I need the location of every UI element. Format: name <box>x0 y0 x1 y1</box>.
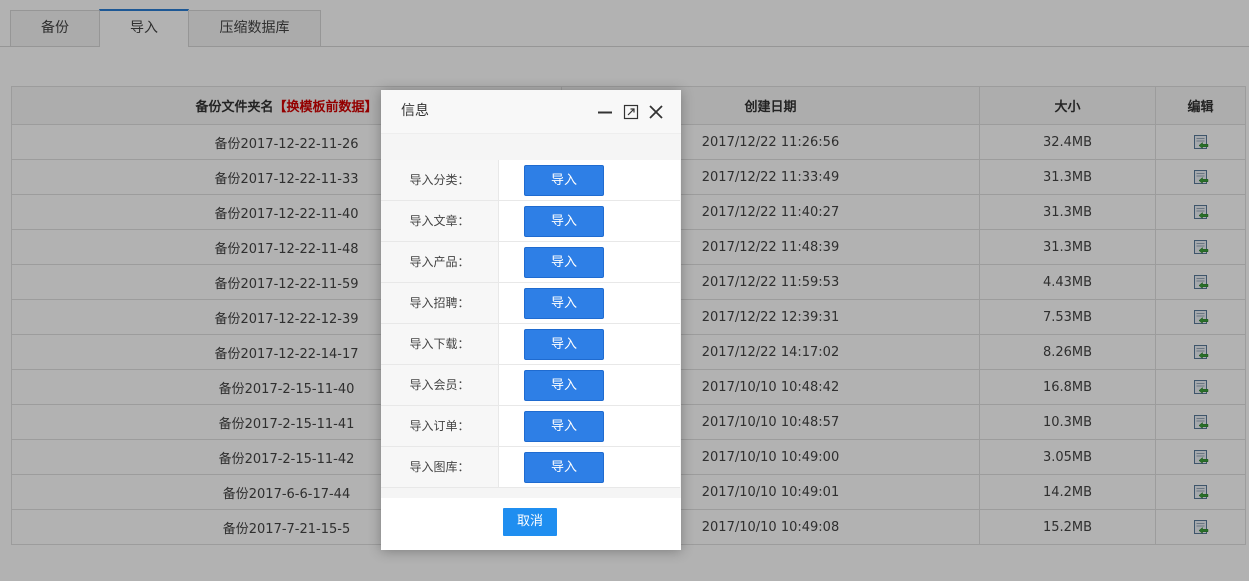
import-row: 导入图库： 导入 <box>381 447 680 488</box>
import-row-label: 导入会员： <box>381 365 499 405</box>
import-button[interactable]: 导入 <box>524 452 604 483</box>
dialog-title: 信息 <box>401 103 429 119</box>
import-row: 导入订单： 导入 <box>381 406 680 447</box>
import-row: 导入产品： 导入 <box>381 242 680 283</box>
import-row: 导入分类： 导入 <box>381 160 680 201</box>
import-button[interactable]: 导入 <box>524 329 604 360</box>
import-row-label: 导入招聘： <box>381 283 499 323</box>
import-row-label: 导入产品： <box>381 242 499 282</box>
import-row-label: 导入图库： <box>381 447 499 487</box>
cancel-button[interactable]: 取消 <box>503 508 557 536</box>
import-dialog: 信息 导入分类： 导入 导入文章： 导入 导入产品： 导入 导入招聘： 导入 导入下载： 导入 导入… <box>381 90 681 550</box>
import-row: 导入招聘： 导入 <box>381 283 680 324</box>
dialog-header: 信息 <box>381 90 681 134</box>
dialog-body: 导入分类： 导入 导入文章： 导入 导入产品： 导入 导入招聘： 导入 导入下载： 导入 导入会员：… <box>381 134 681 498</box>
maximize-icon[interactable] <box>623 104 639 120</box>
import-row: 导入会员： 导入 <box>381 365 680 406</box>
import-button[interactable]: 导入 <box>524 247 604 278</box>
import-row: 导入文章： 导入 <box>381 201 680 242</box>
import-row-label: 导入文章： <box>381 201 499 241</box>
import-row-label: 导入分类： <box>381 160 499 200</box>
import-button[interactable]: 导入 <box>524 370 604 401</box>
import-row: 导入下载： 导入 <box>381 324 680 365</box>
import-button[interactable]: 导入 <box>524 206 604 237</box>
import-row-label: 导入订单： <box>381 406 499 446</box>
import-row-label: 导入下载： <box>381 324 499 364</box>
import-button[interactable]: 导入 <box>524 165 604 196</box>
import-button[interactable]: 导入 <box>524 288 604 319</box>
close-icon[interactable] <box>648 104 664 120</box>
import-button[interactable]: 导入 <box>524 411 604 442</box>
minimize-icon[interactable] <box>597 104 613 120</box>
